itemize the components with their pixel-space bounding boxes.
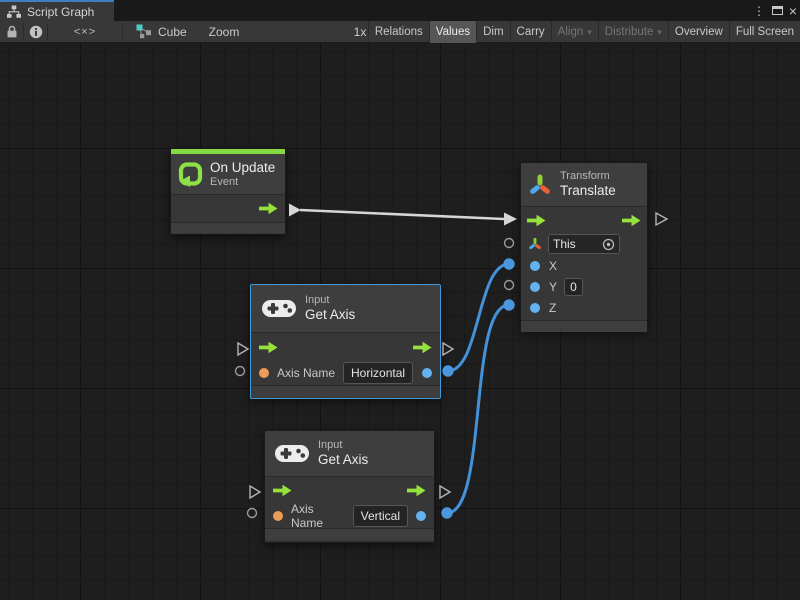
tab-script-graph[interactable]: Script Graph — [0, 0, 114, 21]
node-translate[interactable]: Transform Translate This — [520, 162, 648, 331]
y-value-field[interactable]: 0 — [564, 278, 583, 296]
window-menu-button[interactable]: ⋮ — [752, 0, 766, 21]
graph-node-icon — [136, 24, 152, 39]
code-icon: <×> — [74, 26, 96, 38]
graph-hierarchy-icon — [7, 5, 21, 18]
control-flow-row — [521, 207, 647, 233]
flow-arrow-in[interactable] — [527, 214, 546, 227]
string-port-icon[interactable] — [273, 511, 283, 521]
z-input-row: Z — [521, 297, 647, 318]
flow-arrow-in[interactable] — [259, 341, 278, 354]
overview-button[interactable]: Overview — [668, 21, 729, 43]
flow-arrow-out[interactable] — [413, 341, 432, 354]
node-title: Translate — [560, 183, 616, 199]
target-object-field[interactable]: This — [548, 234, 620, 254]
node-header: Input Get Axis — [251, 285, 440, 333]
graph-toolbar: <×> Cube Zoom 1x Relations Values — [0, 21, 800, 43]
distribute-dropdown[interactable]: Distribute ▾ — [598, 21, 668, 43]
axis-name-row: Axis Name Vertical — [265, 504, 434, 528]
result-port-icon[interactable] — [422, 368, 432, 378]
node-category: Input — [318, 439, 368, 452]
flow-arrow-out[interactable] — [259, 202, 278, 215]
gamepad-icon — [275, 443, 309, 464]
node-title: Get Axis — [305, 307, 355, 323]
maximize-icon — [772, 6, 783, 15]
graph-breadcrumb[interactable]: Cube — [130, 21, 190, 42]
fullscreen-button[interactable]: Full Screen — [729, 21, 800, 43]
maximize-button[interactable] — [769, 0, 785, 21]
node-header: Transform Translate — [521, 163, 647, 207]
flow-arrow-out[interactable] — [407, 484, 426, 497]
transform-icon — [528, 173, 552, 197]
string-port-icon[interactable] — [259, 368, 269, 378]
relations-button[interactable]: Relations — [368, 21, 429, 43]
chevron-down-icon: ▾ — [657, 27, 662, 38]
code-view-button[interactable]: <×> — [48, 21, 122, 42]
node-header: On Update Event — [171, 154, 285, 195]
control-output-row — [171, 195, 285, 222]
values-button[interactable]: Values — [429, 21, 476, 43]
y-port-icon[interactable] — [530, 282, 540, 292]
node-get-axis-vertical[interactable]: Input Get Axis Axis Name Vertical — [264, 430, 435, 543]
x-port-icon[interactable] — [530, 261, 540, 271]
chevron-down-icon: ▾ — [587, 27, 592, 38]
control-flow-row — [251, 333, 440, 361]
z-port-icon[interactable] — [530, 303, 540, 313]
target-input-row: This — [521, 233, 647, 255]
script-graph-window: Script Graph ⋮ × <×> — [0, 0, 800, 600]
node-footer — [171, 222, 285, 233]
close-icon: × — [789, 3, 797, 19]
control-flow-row — [265, 477, 434, 504]
result-port-icon[interactable] — [416, 511, 426, 521]
axis-name-field[interactable]: Horizontal — [343, 362, 413, 384]
node-header: Input Get Axis — [265, 431, 434, 477]
kebab-icon: ⋮ — [753, 4, 765, 18]
align-dropdown[interactable]: Align ▾ — [551, 21, 598, 43]
x-input-row: X — [521, 255, 647, 276]
node-category: Input — [305, 294, 355, 307]
graph-name-label: Cube — [158, 25, 187, 39]
node-title: On Update — [210, 160, 275, 176]
toolbar-right-group: Relations Values Dim Carry Align ▾ Distr… — [368, 21, 800, 43]
transform-mini-icon — [528, 237, 542, 251]
info-icon — [29, 25, 43, 39]
tab-title: Script Graph — [27, 5, 94, 19]
node-on-update[interactable]: On Update Event — [170, 148, 286, 235]
loop-event-icon — [177, 161, 203, 187]
flow-arrow-out[interactable] — [622, 214, 641, 227]
node-subtitle: Event — [210, 176, 275, 189]
lock-button[interactable] — [0, 21, 23, 42]
y-input-row: Y 0 — [521, 276, 647, 297]
flow-arrow-in[interactable] — [273, 484, 292, 497]
node-footer — [251, 385, 440, 397]
node-category: Transform — [560, 170, 616, 183]
node-get-axis-horizontal[interactable]: Input Get Axis Axis Name Horizontal — [250, 284, 441, 399]
carry-button[interactable]: Carry — [510, 21, 551, 43]
dim-button[interactable]: Dim — [476, 21, 509, 43]
axis-name-row: Axis Name Horizontal — [251, 361, 440, 385]
node-footer — [521, 320, 647, 332]
close-button[interactable]: × — [786, 0, 800, 21]
zoom-label: Zoom — [205, 21, 243, 42]
info-button[interactable] — [24, 21, 47, 42]
gamepad-icon — [262, 298, 296, 319]
lock-icon — [6, 25, 18, 38]
tab-bar: Script Graph ⋮ × — [0, 0, 800, 21]
axis-name-field[interactable]: Vertical — [353, 505, 408, 527]
object-picker-icon[interactable] — [602, 238, 615, 251]
node-title: Get Axis — [318, 452, 368, 468]
toolbar-separator — [122, 23, 123, 40]
